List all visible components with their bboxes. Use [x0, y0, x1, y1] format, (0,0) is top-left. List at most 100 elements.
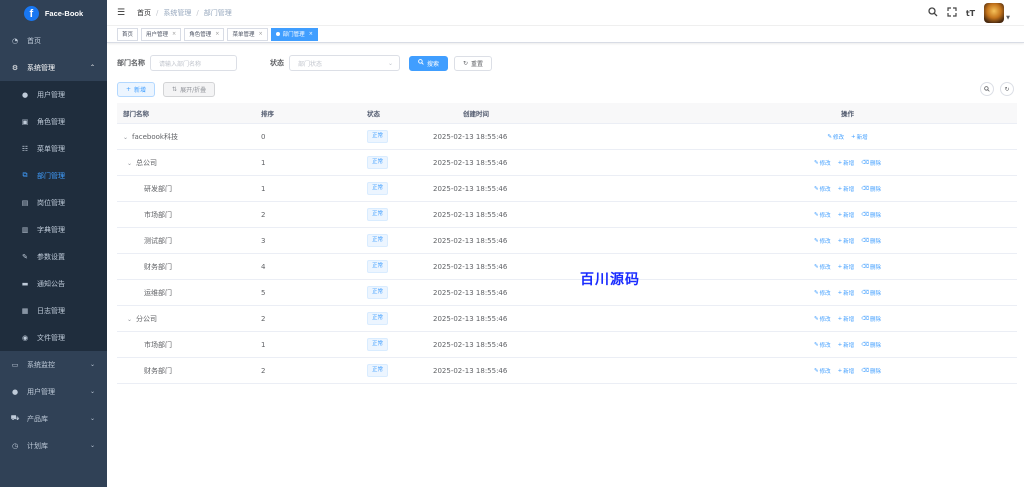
sidebar-item[interactable]: ✎ 参数设置 — [0, 243, 107, 270]
status-badge: 正常 — [367, 182, 389, 195]
refresh-button[interactable]: ↻ — [1000, 82, 1014, 96]
close-icon[interactable]: × — [258, 31, 262, 37]
dept-name-cell: ⌄ 分公司 — [117, 314, 253, 324]
tab-tag[interactable]: 首页 — [117, 27, 139, 41]
hamburger-icon[interactable]: ☰ — [117, 8, 127, 18]
sidebar-item[interactable]: ▥ 字典管理 — [0, 216, 107, 243]
add-icon: + — [837, 315, 843, 322]
status-select[interactable]: 部门状态 ⌄ — [289, 55, 400, 71]
edit-icon: ✎ — [813, 263, 819, 270]
add-button[interactable]: + 新增 — [838, 237, 855, 245]
delete-button[interactable]: ⌫ 删除 — [861, 185, 881, 193]
search-icon[interactable] — [928, 6, 938, 20]
tab-tag[interactable]: 用户管理 × — [141, 27, 182, 41]
breadcrumb-home[interactable]: 首页 — [137, 8, 151, 18]
refresh-icon: ↻ — [463, 59, 469, 67]
sidebar-item[interactable]: ⚙ 系统管理 ⌃ — [0, 54, 107, 81]
sidebar-item[interactable]: ▤ 岗位管理 — [0, 189, 107, 216]
ops-cell: ✎ 修改 + 新增 ⌫ 删除 — [678, 185, 1017, 193]
add-button-label: 新增 — [843, 160, 855, 167]
add-icon: + — [837, 185, 843, 192]
sidebar-item[interactable]: ▣ 角色管理 — [0, 108, 107, 135]
avatar[interactable] — [984, 3, 1005, 23]
expand-arrow-icon[interactable]: ⌄ — [127, 316, 136, 323]
close-icon[interactable]: × — [172, 31, 176, 37]
toolbar: + 新增 ⇅ 展开/折叠 — [117, 82, 216, 97]
delete-button[interactable]: ⌫ 删除 — [861, 289, 881, 297]
delete-button[interactable]: ⌫ 删除 — [861, 211, 881, 219]
sidebar-item[interactable]: ● 用户管理 — [0, 81, 107, 108]
status-badge: 正常 — [367, 208, 389, 221]
sidebar-item[interactable]: ● 用户管理 ⌄ — [0, 378, 107, 405]
add-button[interactable]: + 新增 — [838, 263, 855, 271]
search-icon — [418, 59, 424, 67]
delete-button[interactable]: ⌫ 删除 — [861, 159, 881, 167]
add-button[interactable]: + 新增 — [838, 159, 855, 167]
sidebar-item[interactable]: ◷ 计划库 ⌄ — [0, 432, 107, 459]
reset-button[interactable]: ↻ 重置 — [454, 55, 493, 71]
delete-button-label: 删除 — [870, 212, 882, 219]
expand-arrow-icon[interactable]: ⌄ — [127, 160, 136, 167]
edit-button[interactable]: ✎ 修改 — [814, 315, 831, 323]
ops-cell: ✎ 修改 + 新增 ⌫ 删除 — [678, 315, 1017, 323]
sidebar-item[interactable]: ▬ 通知公告 — [0, 270, 107, 297]
delete-button-label: 删除 — [870, 290, 882, 297]
expand-arrow-icon[interactable]: ⌄ — [123, 134, 132, 141]
main-content: 部门名称 请输入部门名称 状态 部门状态 ⌄ 搜索 ↻ 重置 + 新增 ⇅ 展开… — [107, 43, 1024, 487]
add-button[interactable]: + 新增 — [838, 315, 855, 323]
close-icon[interactable]: × — [309, 31, 313, 37]
ops-cell: ✎ 修改 + 新增 ⌫ 删除 — [678, 263, 1017, 271]
tab-tag[interactable]: 菜单管理 × — [227, 27, 268, 41]
sidebar-item[interactable]: ▭ 系统监控 ⌄ — [0, 351, 107, 378]
edit-button[interactable]: ✎ 修改 — [814, 237, 831, 245]
edit-button[interactable]: ✎ 修改 — [814, 263, 831, 271]
edit-button[interactable]: ✎ 修改 — [814, 159, 831, 167]
font-size-icon[interactable]: tT — [966, 9, 975, 18]
fullscreen-icon[interactable] — [947, 6, 957, 20]
dept-name-input[interactable]: 请输入部门名称 — [150, 55, 237, 71]
dept-name-cell: 测试部门 — [117, 236, 253, 246]
dept-name: 财务部门 — [144, 366, 172, 375]
add-button[interactable]: + 新增 — [838, 289, 855, 297]
sidebar-item[interactable]: ☷ 菜单管理 — [0, 135, 107, 162]
delete-button[interactable]: ⌫ 删除 — [861, 341, 881, 349]
expand-collapse-button[interactable]: ⇅ 展开/折叠 — [163, 82, 216, 97]
add-button[interactable]: + 新增 — [117, 82, 156, 97]
search-button[interactable]: 搜索 — [409, 55, 449, 71]
edit-button[interactable]: ✎ 修改 — [827, 133, 844, 141]
logo[interactable]: f Face-Book — [0, 0, 107, 27]
sidebar-item[interactable]: ⧉ 部门管理 — [0, 162, 107, 189]
sidebar-item[interactable]: ◉ 文件管理 — [0, 324, 107, 351]
toggle-search-button[interactable] — [980, 82, 994, 96]
tab-tag[interactable]: 角色管理 × — [184, 27, 225, 41]
add-button[interactable]: + 新增 — [838, 211, 855, 219]
tab-tag-label: 首页 — [122, 32, 134, 38]
add-button[interactable]: + 新增 — [838, 185, 855, 193]
add-button[interactable]: + 新增 — [838, 367, 855, 375]
edit-button[interactable]: ✎ 修改 — [814, 289, 831, 297]
created-time-cell: 2025-02-13 18:55:46 — [433, 236, 508, 245]
edit-button[interactable]: ✎ 修改 — [814, 185, 831, 193]
sidebar-item[interactable]: ▦ 日志管理 — [0, 297, 107, 324]
edit-button[interactable]: ✎ 修改 — [814, 341, 831, 349]
sidebar-item-label: 通知公告 — [37, 279, 65, 288]
sidebar-item[interactable]: ⛟ 产品库 ⌄ — [0, 405, 107, 432]
sidebar-item[interactable]: ◔ 首页 — [0, 27, 107, 54]
sidebar-item-label: 文件管理 — [37, 333, 65, 342]
edit-button[interactable]: ✎ 修改 — [814, 367, 831, 375]
delete-button[interactable]: ⌫ 删除 — [861, 367, 881, 375]
add-button[interactable]: + 新增 — [851, 133, 868, 141]
edit-icon: ✎ — [813, 237, 819, 244]
close-icon[interactable]: × — [215, 31, 219, 37]
caret-down-icon[interactable]: ▼ — [1006, 15, 1010, 21]
add-button[interactable]: + 新增 — [838, 341, 855, 349]
sidebar-item-label: 用户管理 — [27, 387, 55, 396]
dept-name-cell: 运维部门 — [117, 288, 253, 298]
delete-button[interactable]: ⌫ 删除 — [861, 263, 881, 271]
add-button-label: 新增 — [843, 290, 855, 297]
edit-button[interactable]: ✎ 修改 — [814, 211, 831, 219]
delete-button[interactable]: ⌫ 删除 — [861, 315, 881, 323]
delete-button[interactable]: ⌫ 删除 — [861, 237, 881, 245]
tab-tag[interactable]: 部门管理 × — [270, 27, 318, 41]
ops-cell: ✎ 修改 + 新增 ⌫ 删除 — [678, 367, 1017, 375]
